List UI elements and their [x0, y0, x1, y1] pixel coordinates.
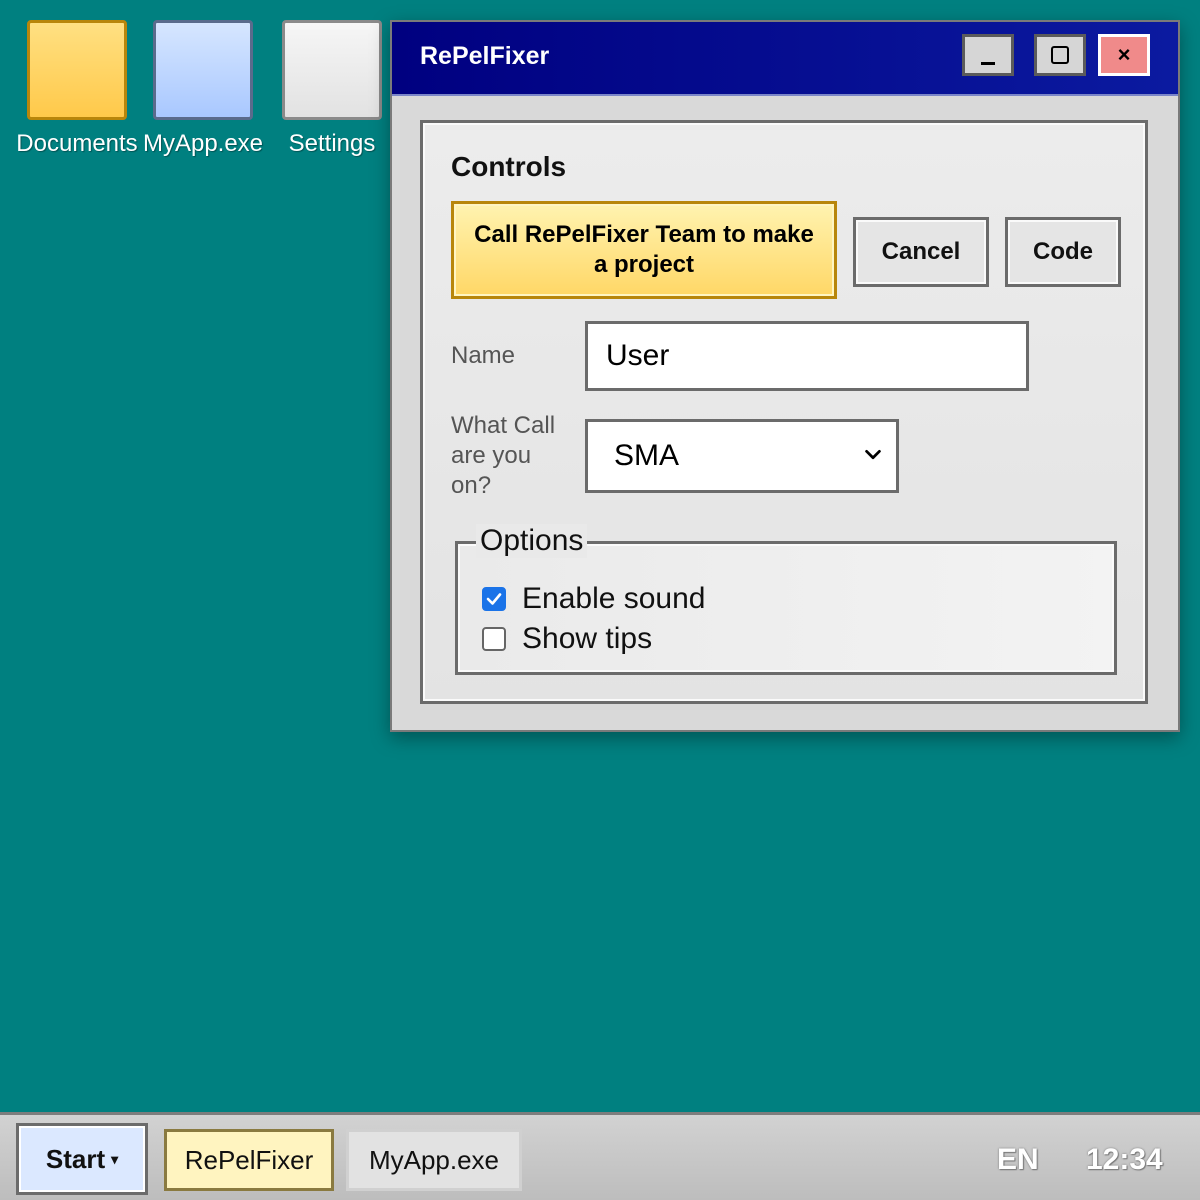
desktop-icon-myapp[interactable]: MyApp.exe	[138, 20, 268, 158]
clock: 12:34	[1086, 1143, 1163, 1176]
start-button[interactable]: Start ▾	[16, 1123, 148, 1195]
app-icon	[153, 20, 253, 120]
desktop-icon-label: Settings	[288, 130, 376, 157]
controls-panel: Controls Call RePelFixer Team to make a …	[420, 120, 1148, 704]
window-titlebar[interactable]: RePelFixer ×	[392, 22, 1178, 96]
taskbar: Start ▾ RePelFixer MyApp.exe EN 12:34	[0, 1112, 1200, 1200]
minimize-icon	[981, 61, 995, 65]
show-tips-label: Show tips	[522, 622, 653, 655]
language-indicator[interactable]: EN	[997, 1143, 1039, 1177]
options-legend: Options	[476, 524, 588, 558]
chevron-down-icon	[865, 449, 881, 460]
enable-sound-checkbox[interactable]	[482, 587, 506, 611]
call-select-value: SMA	[614, 439, 680, 472]
taskbar-item-myapp[interactable]: MyApp.exe	[346, 1129, 522, 1191]
caret-down-icon: ▾	[111, 1150, 119, 1167]
desktop-icon-documents[interactable]: Documents	[12, 20, 142, 158]
option-enable-sound[interactable]: Enable sound	[482, 582, 706, 616]
folder-icon	[27, 20, 127, 120]
desktop-icon-settings[interactable]: Settings	[267, 20, 397, 158]
window-title: RePelFixer	[420, 42, 550, 70]
taskbar-item-repelfixer[interactable]: RePelFixer	[164, 1129, 334, 1191]
call-label: What Call are you on?	[451, 412, 556, 499]
controls-heading: Controls	[451, 151, 567, 182]
desktop-icon-label: MyApp.exe	[142, 130, 264, 157]
enable-sound-label: Enable sound	[522, 582, 706, 615]
call-team-button[interactable]: Call RePelFixer Team to make a project	[451, 201, 837, 299]
start-label: Start	[45, 1143, 106, 1174]
options-group: Options Enable sound Show tips	[455, 524, 1117, 675]
name-label: Name	[451, 342, 516, 369]
name-input[interactable]	[585, 321, 1029, 391]
code-button[interactable]: Code	[1005, 217, 1121, 287]
maximize-button[interactable]	[1034, 34, 1086, 76]
maximize-icon	[1051, 46, 1069, 64]
cancel-button[interactable]: Cancel	[853, 217, 989, 287]
desktop-icon-label: Documents	[16, 130, 138, 157]
show-tips-checkbox[interactable]	[482, 627, 506, 651]
app-window: RePelFixer × Controls Call RePelFixer Te…	[390, 20, 1180, 732]
checkmark-icon	[486, 593, 502, 605]
option-show-tips[interactable]: Show tips	[482, 622, 652, 656]
close-icon: ×	[1117, 42, 1131, 67]
close-button[interactable]: ×	[1098, 34, 1150, 76]
call-select[interactable]: SMA	[585, 419, 899, 493]
settings-icon	[282, 20, 382, 120]
minimize-button[interactable]	[962, 34, 1014, 76]
